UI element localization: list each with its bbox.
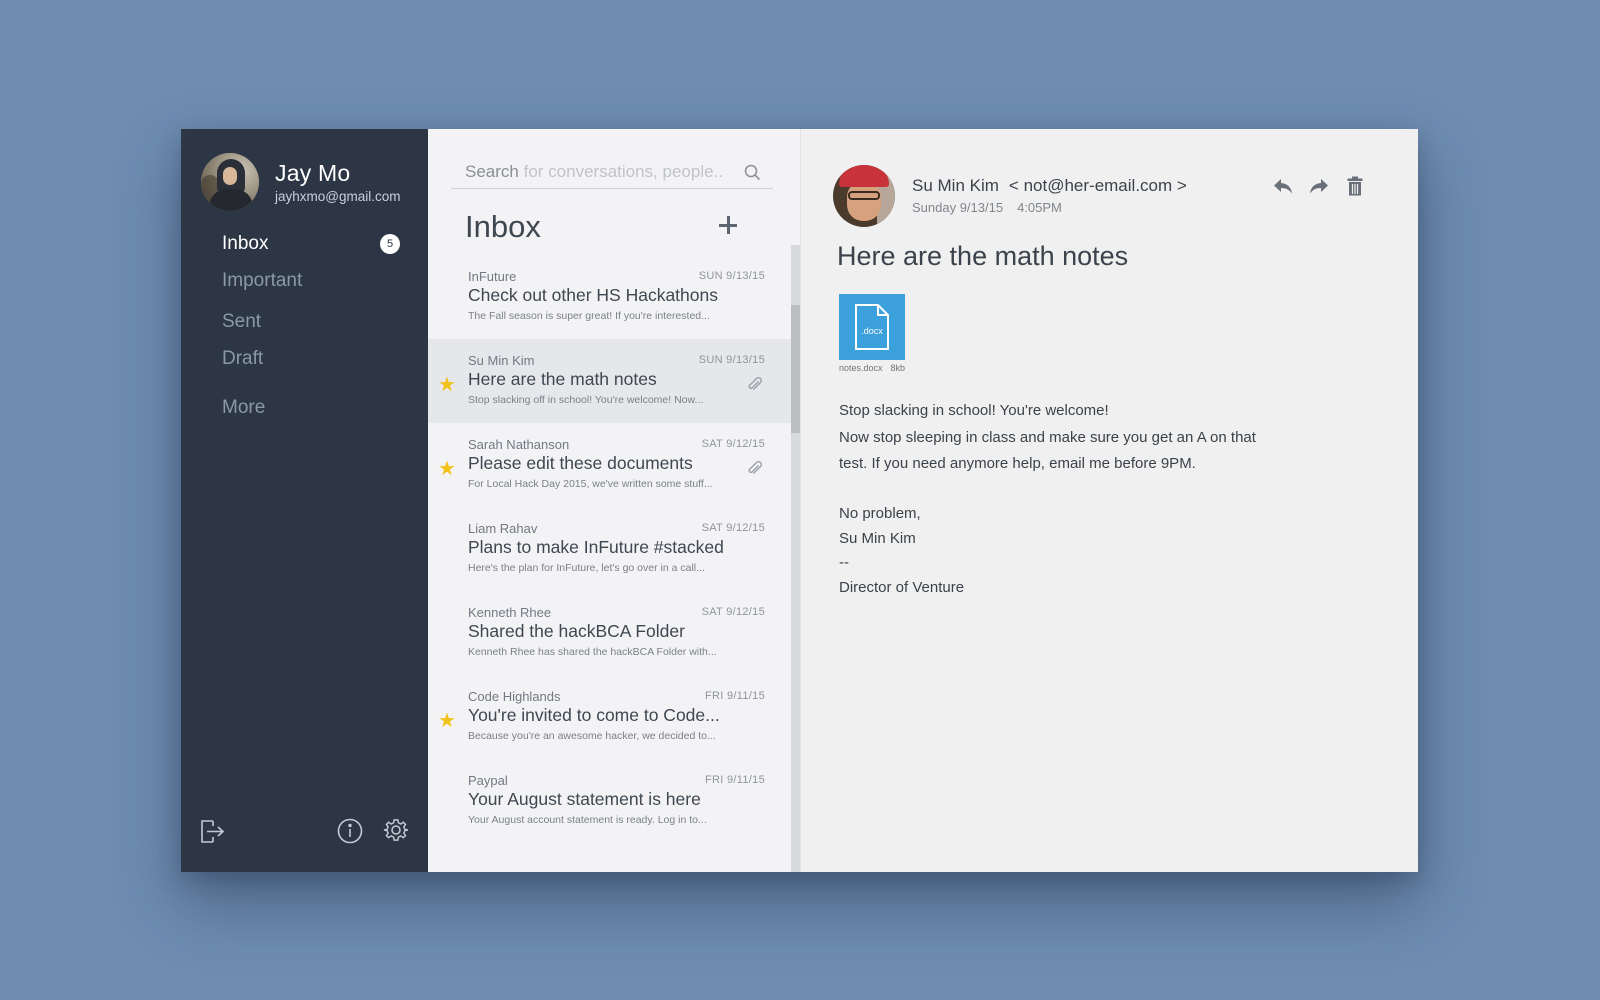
message-preview: Stop slacking off in school! You're welc…: [468, 394, 704, 406]
sidebar: Jay Mo jayhxmo@gmail.com Inbox 5 Importa…: [181, 129, 428, 872]
attachment-filename: notes.docx: [839, 363, 883, 373]
message-preview: For Local Hack Day 2015, we've written s…: [468, 478, 713, 490]
message-sender: Sarah Nathanson: [468, 437, 570, 452]
attachment-extension: .docx: [861, 326, 883, 336]
forward-icon[interactable]: [1308, 175, 1330, 197]
message-subject: Plans to make InFuture #stacked: [468, 537, 724, 557]
sent-time: 4:05PM: [1017, 200, 1062, 215]
sent-date: Sunday 9/13/15: [912, 200, 1004, 215]
body-line: Now stop sleeping in class and make sure…: [839, 428, 1256, 446]
mail-app-window: Jay Mo jayhxmo@gmail.com Inbox 5 Importa…: [181, 129, 1418, 872]
document-icon: .docx: [839, 294, 905, 360]
message-preview: Here's the plan for InFuture, let's go o…: [468, 562, 705, 574]
user-profile[interactable]: Jay Mo jayhxmo@gmail.com: [201, 153, 401, 211]
scrollbar[interactable]: [791, 245, 800, 872]
message-sender: InFuture: [468, 269, 517, 284]
sidebar-item-label: Important: [222, 270, 303, 291]
search-icon[interactable]: [744, 164, 761, 181]
message-subject: Shared the hackBCA Folder: [468, 621, 685, 641]
message-preview: The Fall season is super great! If you'r…: [468, 310, 710, 322]
signature-line: --: [839, 554, 849, 571]
message-row[interactable]: Sarah Nathanson SAT 9/12/15 Please edit th…: [428, 423, 791, 507]
list-title: Inbox: [465, 209, 541, 244]
message-sender: Su Min Kim: [468, 353, 535, 368]
message-subject: Please edit these documents: [468, 453, 693, 473]
message-row[interactable]: InFuture SUN 9/13/15 Check out other HS Ha…: [428, 255, 791, 339]
message-row[interactable]: Liam Rahav SAT 9/12/15 Plans to make InFut…: [428, 507, 791, 591]
star-icon[interactable]: ★: [438, 711, 456, 731]
paperclip-icon: [747, 460, 763, 482]
sender-avatar: [833, 165, 895, 227]
scrollbar-thumb[interactable]: [791, 305, 800, 433]
reading-pane: Su Min Kim < not@her-email.com > Sunday 9…: [800, 129, 1418, 872]
message-date: SUN 9/13/15: [698, 354, 765, 366]
paperclip-icon: [747, 376, 763, 398]
email-subject: Here are the math notes: [837, 241, 1129, 271]
message-list: InFuture SUN 9/13/15 Check out other HS Ha…: [428, 255, 791, 843]
signature-line: No problem,: [839, 505, 921, 522]
attachment-size: 8kb: [890, 363, 906, 373]
message-subject: Your August statement is here: [468, 789, 701, 809]
message-row[interactable]: Kenneth Rhee SAT 9/12/15 Shared the hackBC…: [428, 591, 791, 675]
sidebar-item-label: Inbox: [222, 233, 269, 254]
message-sender: Kenneth Rhee: [468, 605, 552, 620]
star-icon[interactable]: ★: [438, 375, 456, 395]
trash-icon[interactable]: [1344, 175, 1366, 197]
message-row[interactable]: Code Highlands FRI 9/11/15 You're invited …: [428, 675, 791, 759]
message-date: FRI 9/11/15: [705, 774, 765, 786]
message-date: FRI 9/11/15: [705, 690, 765, 702]
message-subject: Check out other HS Hackathons: [468, 285, 718, 305]
email-signature: No problem, Su Min Kim -- Director of Ve…: [839, 502, 964, 600]
message-subject: You're invited to come to Code...: [468, 705, 720, 725]
user-name: Jay Mo: [275, 160, 351, 186]
message-row[interactable]: Paypal FRI 9/11/15 Your August statement i…: [428, 759, 791, 843]
unread-count-badge: 5: [380, 234, 400, 254]
message-preview: Your August account statement is ready. …: [468, 814, 707, 826]
message-sender: Paypal: [468, 773, 508, 788]
body-line: Stop slacking in school! You're welcome!: [839, 402, 1109, 419]
star-icon[interactable]: ★: [438, 459, 456, 479]
message-date: SUN 9/13/15: [698, 270, 765, 282]
message-subject: Here are the math notes: [468, 369, 657, 389]
search-input[interactable]: [451, 162, 744, 183]
sidebar-item-sent[interactable]: Sent: [222, 311, 400, 333]
sidebar-item-label: Draft: [222, 348, 264, 369]
message-sender: Liam Rahav: [468, 521, 538, 536]
sidebar-item-label: More: [222, 397, 266, 418]
message-row[interactable]: Su Min Kim SUN 9/13/15 Here are the math n…: [428, 339, 791, 423]
email-actions: [1272, 175, 1366, 197]
sidebar-item-important[interactable]: Important: [222, 270, 400, 292]
sender-name[interactable]: Su Min Kim: [912, 176, 999, 195]
search-bar[interactable]: Search for conversations, people..: [451, 157, 773, 189]
message-date: SAT 9/12/15: [701, 438, 765, 450]
message-preview: Because you're an awesome hacker, we dec…: [468, 730, 716, 742]
avatar: [201, 153, 259, 211]
reply-icon[interactable]: [1272, 175, 1294, 197]
message-list-pane: Search for conversations, people.. Inbox…: [428, 129, 800, 872]
info-icon[interactable]: [337, 818, 363, 849]
sidebar-item-label: Sent: [222, 311, 262, 332]
signature-line: Director of Venture: [839, 578, 965, 596]
sidebar-item-inbox[interactable]: Inbox 5: [222, 233, 400, 255]
user-email: jayhxmo@gmail.com: [275, 189, 401, 204]
body-line: test. If you need anymore help, email me…: [839, 455, 1196, 472]
message-sender: Code Highlands: [468, 689, 561, 704]
compose-button[interactable]: [716, 213, 740, 237]
message-date: SAT 9/12/15: [701, 522, 765, 534]
gear-icon[interactable]: [383, 817, 409, 848]
sidebar-item-draft[interactable]: Draft: [222, 348, 400, 370]
message-date: SAT 9/12/15: [701, 606, 765, 618]
message-preview: Kenneth Rhee has shared the hackBCA Fold…: [468, 646, 717, 658]
email-body: Stop slacking in school! You're welcome!…: [839, 398, 1309, 478]
sender-email[interactable]: < not@her-email.com >: [1009, 176, 1187, 195]
signature-line: Su Min Kim: [839, 529, 916, 547]
attachment[interactable]: .docx notes.docx 8kb: [839, 294, 905, 373]
logout-icon[interactable]: [199, 817, 225, 850]
sidebar-item-more[interactable]: More: [222, 397, 400, 419]
sidebar-footer: [199, 816, 410, 846]
